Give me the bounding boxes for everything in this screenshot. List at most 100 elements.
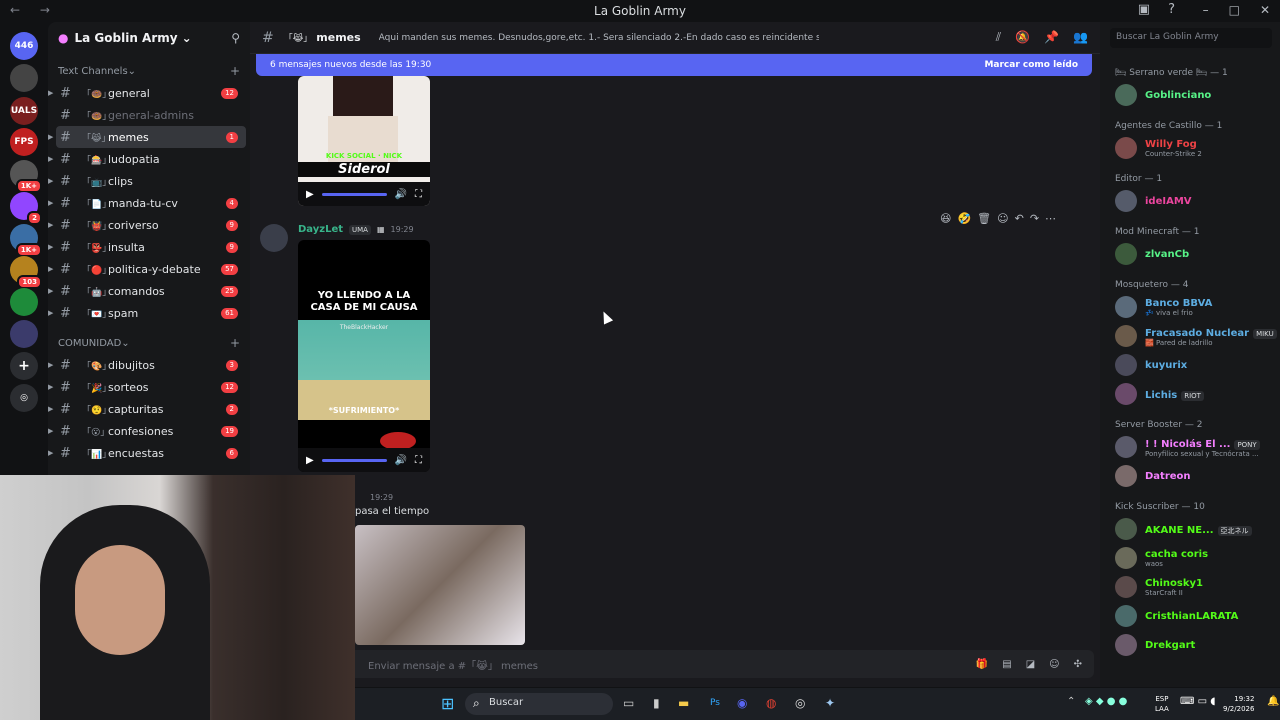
reaction-rofl-icon[interactable]: 🤣 [957,212,971,225]
channel-general-admins[interactable]: # 「🍩」 general-admins [56,104,246,126]
channel-encuestas[interactable]: ▶ # 「📊」 encuestas 6 [48,442,246,464]
task-view-icon[interactable]: ▭ [623,696,634,710]
minimize-icon[interactable]: – [1203,3,1209,17]
member-item[interactable]: kuyurix [1115,354,1187,376]
nav-arrows[interactable]: ← → [10,3,58,17]
member-item[interactable]: Willy Fog Counter-Strike 2 [1115,137,1202,159]
member-item[interactable]: Banco BBVA 💤 viva el frio [1115,296,1212,318]
video-attachment[interactable]: YO LLENDO A LA CASA DE MI CAUSA TheBlack… [298,240,430,472]
server-icon[interactable]: 446 [10,32,38,60]
close-icon[interactable]: ✕ [1260,3,1270,17]
invite-icon[interactable]: ⚲ [231,31,240,45]
language[interactable]: ESP LAA [1155,694,1169,714]
member-item[interactable]: Drekgart [1115,634,1195,656]
tray-icons[interactable]: ◈ ◆ ● ● [1085,696,1127,707]
progress-bar[interactable] [321,458,387,462]
server-icon[interactable]: 1K+ [10,224,42,257]
progress-bar[interactable] [321,192,387,196]
threads-icon[interactable]: ⫽ [996,30,1001,45]
channel-general[interactable]: ▶ # 「🍩」 general 12 [48,82,246,104]
taskbar-search[interactable]: Buscar [465,693,613,715]
new-messages-bar[interactable]: 6 mensajes nuevos desde las 19:30 Marcar… [256,54,1092,76]
notifications-icon[interactable]: 🔕 [1015,30,1030,45]
forward-icon[interactable]: ↷ [1030,212,1039,225]
server-icon[interactable] [10,320,38,348]
member-item[interactable]: AKANE NE... 亞北ネル [1115,518,1252,540]
tray-chevron-icon[interactable]: ⌃ [1067,696,1075,707]
channel-coriverso[interactable]: ▶ # 「👹」 coriverso 9 [48,214,246,236]
fullscreen-icon[interactable]: ⛶ [415,189,422,200]
channel-politica-y-debate[interactable]: ▶ # 「🔴」 politica-y-debate 57 [48,258,246,280]
fullscreen-icon[interactable]: ⛶ [415,455,422,466]
member-item[interactable]: Chinosky1 StarCraft II [1115,576,1203,598]
discover-icon[interactable]: ◎ [10,384,38,412]
photoshop-icon[interactable]: Ps [710,698,720,708]
channel-topic[interactable]: Aqui manden sus memes. Desnudos,gore,etc… [379,33,819,43]
explorer-icon[interactable]: ▬ [678,696,689,710]
member-item[interactable]: cacha coris waos [1115,547,1208,569]
member-item[interactable]: zlvanCb [1115,243,1189,265]
members-icon[interactable]: 👥 [1073,30,1088,45]
server-icon[interactable]: UALS [10,97,38,125]
files-icon[interactable]: ▮ [653,696,660,710]
add-channel-icon[interactable]: + [230,64,240,78]
inbox-icon[interactable]: ▣ [1138,2,1150,17]
notifications-bell-icon[interactable]: 🔔 [1267,696,1279,707]
maximize-icon[interactable]: □ [1229,3,1240,17]
member-item[interactable]: ideIAMV [1115,190,1192,212]
add-channel-icon[interactable]: + [230,336,240,350]
chrome-icon[interactable]: ◍ [766,696,776,710]
member-item[interactable]: Goblinciano [1115,84,1211,106]
member-item[interactable]: Datreon [1115,465,1191,487]
message-input[interactable]: Enviar mensaje a #「😹」 memes [368,657,538,672]
category-comunidad[interactable]: COMUNIDAD ⌄ + [48,332,250,354]
server-icon[interactable]: 103 [10,256,42,289]
forward-arrow-icon[interactable]: → [40,3,58,17]
avatar[interactable] [260,224,288,252]
member-item[interactable]: Fracasado Nuclear MIKU 🧱 Pared de ladrillo [1115,325,1277,347]
help-icon[interactable]: ? [1168,2,1175,17]
volume-icon[interactable]: 🔊 [395,455,407,466]
channel-sorteos[interactable]: ▶ # 「🎉」 sorteos 12 [48,376,246,398]
play-icon[interactable]: ▶ [306,189,314,200]
emoji-icon[interactable]: ☺ [1049,659,1059,670]
add-reaction-icon[interactable]: ☺ [997,212,1008,225]
search-input[interactable]: Buscar La Goblin Army [1110,28,1272,48]
server-icon[interactable]: FPS [10,128,38,156]
channel-capturitas[interactable]: ▶ # 「🤨」 capturitas 2 [48,398,246,420]
category-text-channels[interactable]: Text Channels ⌄ + [48,60,250,82]
image-attachment[interactable] [355,525,525,645]
channel-ludopatia[interactable]: ▶ # 「🎰」 ludopatia [48,148,246,170]
member-item[interactable]: ! ! Nicolás El ... PONY Ponyfilico sexual … [1115,436,1260,458]
member-item[interactable]: Lichis RIOT [1115,383,1204,405]
windows-start-icon[interactable]: ⊞ [441,694,454,713]
channel-manda-tu-cv[interactable]: ▶ # 「📄」 manda-tu-cv 4 [48,192,246,214]
server-icon[interactable]: 2 [10,192,42,225]
channel-comandos[interactable]: ▶ # 「🤖」 comandos 25 [48,280,246,302]
discord-icon[interactable]: ◉ [737,696,747,710]
channel-clips[interactable]: ▶ # 「📺」 clips [48,170,246,192]
server-header[interactable]: ● La Goblin Army ⌄ ⚲ [48,22,250,54]
reaction-trash-icon[interactable]: 🗑 [977,212,991,225]
message-composer[interactable]: Enviar mensaje a #「😹」 memes 🎁 ▤ ◪ ☺ ✣ [256,650,1094,678]
channel-insulta[interactable]: ▶ # 「👺」 insulta 9 [48,236,246,258]
server-icon[interactable] [10,64,38,92]
steam-icon[interactable]: ✦ [825,696,835,710]
more-icon[interactable]: ⋯ [1045,212,1056,225]
apps-icon[interactable]: ✣ [1074,659,1082,670]
gift-icon[interactable]: 🎁 [976,659,988,670]
channel-memes[interactable]: ▶ # 「😹」 memes 1 [48,126,246,148]
back-arrow-icon[interactable]: ← [10,3,28,17]
channel-confesiones[interactable]: ▶ # 「😮」 confesiones 19 [48,420,246,442]
sticker-icon[interactable]: ◪ [1026,659,1035,670]
reply-icon[interactable]: ↶ [1015,212,1024,225]
clock[interactable]: 19:32 9/2/2026 [1223,694,1254,714]
gif-icon[interactable]: ▤ [1002,659,1011,670]
member-item[interactable]: CristhianLARATA [1115,605,1238,627]
obs-icon[interactable]: ◎ [795,696,805,710]
server-icon[interactable]: 1K+ [10,160,42,193]
server-icon[interactable] [10,288,38,316]
volume-icon[interactable]: 🔊 [395,189,407,200]
reaction-grin-icon[interactable]: 😆 [940,212,951,225]
author-name[interactable]: DayzLet [298,224,343,235]
